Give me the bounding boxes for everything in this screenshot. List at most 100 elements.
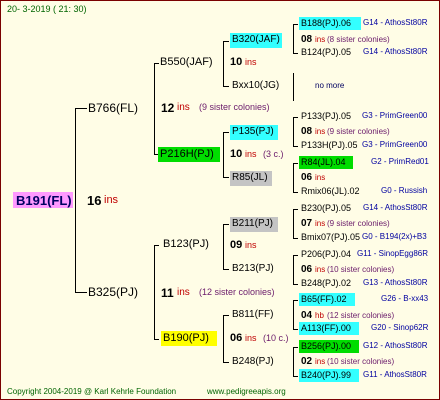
gen4-ins-label: ins — [315, 35, 326, 44]
gen5-queen-id[interactable]: B65(FF).02 — [301, 295, 347, 304]
connector — [223, 362, 229, 363]
connector — [293, 255, 294, 285]
connector — [75, 108, 87, 109]
gen4-ins-label: ins — [315, 219, 326, 228]
gen5-lineage: G0 - B194(2x)+B3 — [362, 232, 427, 241]
no-more-label: no more — [315, 81, 345, 90]
gen4-queen-id[interactable]: B320(JAF) — [232, 35, 280, 45]
gen5-queen-id[interactable]: B188(PJ).06 — [301, 19, 351, 28]
connector — [293, 24, 298, 25]
gen4-queen-id[interactable]: B211(PJ) — [232, 219, 273, 229]
root-ins-label: ins — [104, 194, 119, 206]
connector — [223, 224, 229, 225]
connector — [223, 224, 224, 270]
gen5-queen-id[interactable]: B248(PJ).02 — [301, 279, 351, 288]
connector — [293, 347, 294, 377]
gen5-queen-id[interactable]: R84(JL).04 — [301, 158, 346, 167]
connector — [293, 284, 298, 285]
connector — [293, 117, 294, 147]
gen2-queen-id[interactable]: B325(PJ) — [88, 286, 138, 298]
gen3-queen-id[interactable]: B190(PJ) — [163, 333, 209, 344]
gen4-sister-note: (9 sister colonies) — [327, 127, 390, 136]
gen4-queen-id[interactable]: Bxx10(JG) — [232, 81, 279, 91]
gen3-ins-label: ins — [245, 149, 257, 159]
gen4-queen-id[interactable]: B811(FF) — [232, 310, 274, 320]
gen2-sister-note: (9 sister colonies) — [199, 102, 270, 112]
gen5-lineage: G3 - PrimGreen00 — [362, 140, 428, 149]
gen3-queen-id[interactable]: B123(PJ) — [163, 239, 209, 250]
gen2-value: 11 — [161, 286, 174, 300]
gen2-ins-label: ins — [177, 287, 190, 298]
gen5-queen-id[interactable]: Bmix07(PJ).05 — [301, 233, 360, 242]
gen5-queen-id[interactable]: B230(PJ).05 — [301, 204, 351, 213]
connector — [293, 117, 298, 118]
gen5-lineage: G0 - Russish — [381, 186, 428, 195]
connector — [223, 315, 229, 316]
gen3-sister-note: (3 c.) — [263, 149, 284, 159]
gen3-queen-id[interactable]: P216H(PJ) — [160, 149, 214, 160]
gen4-value: 04 — [301, 310, 313, 321]
gen3-ins-label: ins — [245, 240, 257, 250]
connector — [293, 192, 298, 193]
gen4-queen-id[interactable]: B248(PJ) — [232, 357, 274, 367]
root-queen-id[interactable]: B191(FL) — [16, 194, 72, 207]
gen4-ins-label: ins — [315, 265, 326, 274]
connector — [293, 238, 298, 239]
gen3-value: 06 — [230, 332, 243, 344]
gen3-value: 10 — [230, 148, 243, 160]
gen5-lineage: G3 - PrimGreen00 — [362, 111, 428, 120]
gen5-lineage: G14 - AthosSt80R — [363, 18, 428, 27]
gen2-value: 12 — [161, 101, 175, 115]
gen5-queen-id[interactable]: P133(PJ).05 — [301, 112, 351, 121]
connector — [293, 24, 294, 54]
gen5-lineage: G14 - AthosSt80R — [363, 47, 428, 56]
gen4-sister-note: (10 sister colonies) — [327, 265, 395, 274]
gen5-lineage: G12 - AthosSt80R — [363, 341, 428, 350]
connector — [293, 300, 298, 301]
gen5-queen-id[interactable]: B256(PJ).00 — [301, 342, 351, 351]
gen5-queen-id[interactable]: P133H(PJ).05 — [301, 141, 358, 150]
site-link[interactable]: www.pedigreeapis.org — [207, 388, 286, 396]
connector — [293, 73, 294, 101]
gen5-queen-id[interactable]: A113(FF).00 — [301, 324, 351, 333]
gen5-queen-id[interactable]: B124(PJ).05 — [301, 48, 351, 57]
connector — [223, 41, 224, 87]
gen4-ins-label: ins — [315, 173, 326, 182]
gen3-ins-label: ins — [245, 333, 257, 343]
gen5-queen-id[interactable]: B240(PJ).99 — [301, 371, 351, 380]
gen4-sister-note: (9 sister colonies) — [327, 219, 390, 228]
gen4-value: 08 — [301, 34, 313, 45]
copyright-text: Copyright 2004-2019 @ Karl Kehrle Founda… — [7, 387, 177, 396]
connector — [154, 63, 159, 64]
connector — [154, 245, 155, 340]
connector — [293, 255, 298, 256]
connector — [293, 209, 298, 210]
gen3-value: 09 — [230, 239, 243, 251]
connector — [293, 376, 298, 377]
gen2-sister-note: (12 sister colonies) — [199, 287, 275, 297]
connector — [293, 163, 294, 193]
gen3-queen-id[interactable]: B550(JAF) — [160, 57, 213, 68]
pedigree-chart: 20- 3-2019 ( 21: 30) B191(FL) 16 ins B76… — [0, 0, 440, 400]
gen5-lineage: G13 - AthosSt80R — [363, 278, 428, 287]
gen3-ins-label: ins — [245, 57, 257, 67]
gen5-queen-id[interactable]: P206(PJ).04 — [301, 250, 351, 259]
gen4-queen-id[interactable]: R85(JL) — [232, 173, 268, 183]
gen2-ins-label: ins — [177, 102, 190, 113]
gen4-queen-id[interactable]: P135(PJ) — [232, 127, 274, 137]
gen2-queen-id[interactable]: B766(FL) — [88, 102, 138, 114]
gen5-lineage: G26 - B-xx43 — [381, 294, 429, 303]
gen4-sister-note: (10 sister colonies) — [327, 357, 395, 366]
gen5-lineage: G11 - AthosSt80R — [363, 370, 427, 379]
gen4-value: 08 — [301, 126, 313, 137]
connector — [293, 163, 298, 164]
connector — [293, 300, 294, 330]
gen4-value: 06 — [301, 172, 313, 183]
gen3-sister-note: (10 c.) — [263, 333, 289, 343]
connector — [293, 329, 298, 330]
connector — [223, 41, 229, 42]
connector — [75, 292, 87, 293]
connector — [293, 347, 298, 348]
gen5-queen-id[interactable]: Rmix06(JL).02 — [301, 187, 360, 196]
gen4-queen-id[interactable]: B213(PJ) — [232, 264, 274, 274]
